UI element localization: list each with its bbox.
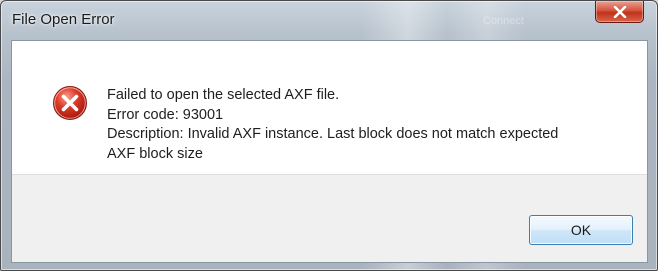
message-line: Error code: 93001 — [107, 106, 224, 123]
background-window-text: Connect — [483, 15, 524, 27]
message-area: Failed to open the selected AXF file. Er… — [12, 41, 647, 174]
close-button[interactable] — [595, 1, 644, 23]
message-line: Description: Invalid AXF instance. Last … — [107, 126, 559, 142]
window-title: File Open Error — [12, 11, 115, 28]
title-bar[interactable]: File Open Error Connect — [1, 1, 657, 39]
ok-button[interactable]: OK — [529, 215, 633, 245]
dialog-client-area: Failed to open the selected AXF file. Er… — [11, 40, 648, 263]
error-icon — [52, 85, 88, 121]
message-line: AXF block size — [107, 145, 203, 162]
message-line: Failed to open the selected AXF file. — [107, 87, 340, 103]
error-message: Failed to open the selected AXF file. Er… — [107, 86, 627, 164]
dialog-window: File Open Error Connect Failed to open t… — [0, 0, 658, 271]
close-icon — [613, 5, 627, 18]
button-bar: OK — [12, 174, 647, 262]
